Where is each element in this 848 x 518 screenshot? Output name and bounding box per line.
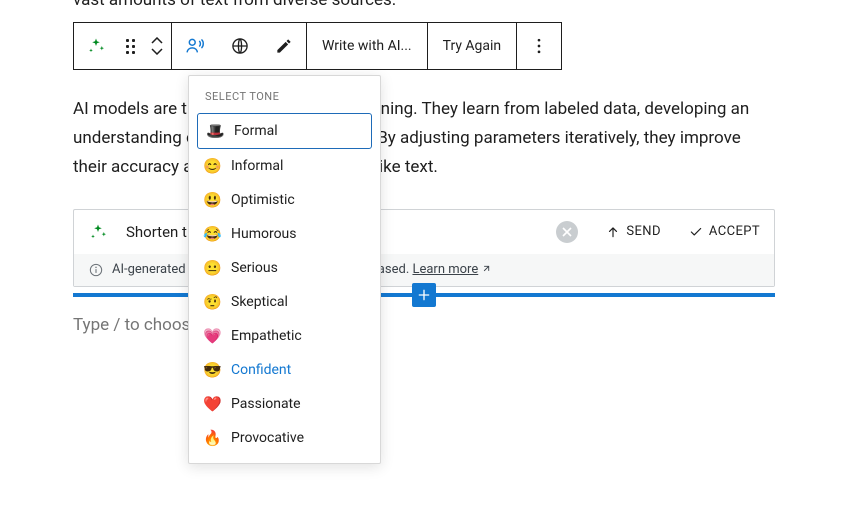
tone-option-empathetic[interactable]: 💗 Empathetic [189,319,380,353]
tone-dropdown-header: SELECT TONE [189,76,380,113]
insertion-indicator [73,293,775,297]
try-again-button[interactable]: Try Again [428,23,517,69]
tone-option-humorous[interactable]: 😂 Humorous [189,217,380,251]
tone-option-skeptical[interactable]: 🤨 Skeptical [189,285,380,319]
tone-emoji: 🤨 [203,293,221,311]
ai-disclaimer-row: AI-generated content could be inaccurate… [74,254,774,286]
edit-pencil-button[interactable] [262,23,306,69]
add-block-button[interactable] [412,283,436,307]
clear-prompt-button[interactable] [556,221,578,243]
globe-icon-button[interactable] [218,23,262,69]
tone-label: Humorous [231,226,297,242]
paragraph-block[interactable]: AI models are trained using machine lear… [73,95,775,183]
tone-emoji: 😂 [203,225,221,243]
tone-label: Skeptical [231,294,288,310]
tone-label: Provocative [231,430,304,446]
learn-more-text: Learn more [412,262,478,277]
tone-option-confident[interactable]: 😎 Confident [189,353,380,387]
tone-label: Serious [231,260,278,276]
tone-emoji: 😃 [203,191,221,209]
ai-sparkles-button[interactable] [74,23,118,69]
tone-label: Optimistic [231,192,295,208]
ai-sparkles-icon [88,222,108,242]
tone-dropdown: SELECT TONE 🎩 Formal 😊 Informal 😃 Optimistic 😂… [188,75,381,464]
tone-option-formal[interactable]: 🎩 Formal [197,113,372,149]
more-options-button[interactable] [517,23,561,69]
truncated-top-line: vast amounts of text from diverse source… [73,0,775,10]
ai-prompt-box: Shorten the content SEND ACCEPT [73,209,775,287]
send-button[interactable]: SEND [606,224,661,239]
accept-button[interactable]: ACCEPT [689,224,760,239]
tone-emoji: 🔥 [203,429,221,447]
tone-emoji: 😐 [203,259,221,277]
tone-emoji: 😊 [203,157,221,175]
tone-label: Formal [234,123,278,139]
tone-emoji: ❤️ [203,395,221,413]
info-icon [88,262,104,278]
tone-option-provocative[interactable]: 🔥 Provocative [189,421,380,455]
move-up-down[interactable] [143,23,171,69]
tone-label: Informal [231,158,283,174]
tone-label: Passionate [231,396,301,412]
tone-emoji: 🎩 [206,122,224,140]
tone-option-optimistic[interactable]: 😃 Optimistic [189,183,380,217]
block-toolbar: Write with AI... Try Again [73,22,562,70]
tone-label: Empathetic [231,328,302,344]
write-with-ai-button[interactable]: Write with AI... [307,23,427,69]
tone-emoji: 😎 [203,361,221,379]
tone-emoji: 💗 [203,327,221,345]
voice-icon-button[interactable] [172,23,218,69]
tone-option-serious[interactable]: 😐 Serious [189,251,380,285]
drag-handle[interactable] [118,23,143,69]
tone-label: Confident [231,362,291,378]
send-label: SEND [626,224,661,239]
tone-option-informal[interactable]: 😊 Informal [189,149,380,183]
tone-option-passionate[interactable]: ❤️ Passionate [189,387,380,421]
accept-label: ACCEPT [709,224,760,239]
learn-more-link[interactable]: Learn more [412,262,491,277]
empty-block-placeholder[interactable]: Type / to choose a block [73,315,775,335]
